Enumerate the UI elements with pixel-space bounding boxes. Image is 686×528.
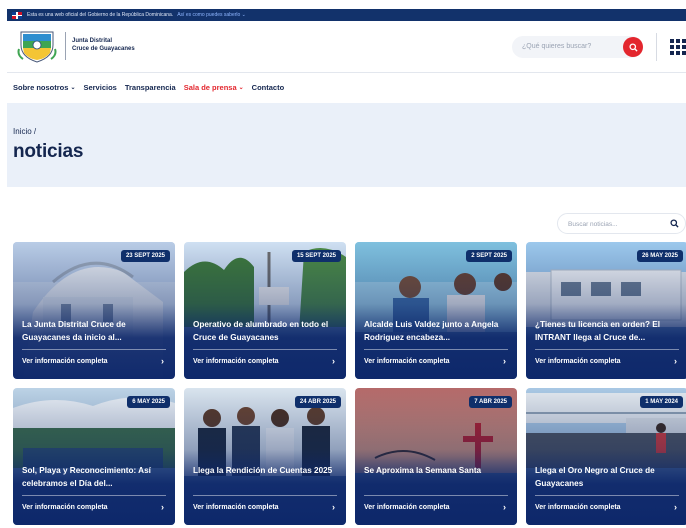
- nav-item-label: Servicios: [83, 83, 117, 92]
- card-divider: [193, 495, 337, 496]
- news-date-badge: 23 SEPT 2025: [120, 250, 170, 262]
- card-divider: [22, 495, 166, 496]
- municipal-seal-icon[interactable]: [17, 29, 57, 63]
- news-date-badge: 15 SEPT 2025: [291, 250, 341, 262]
- site-search-placeholder: ¿Qué quieres buscar?: [522, 43, 592, 50]
- chevron-right-icon[interactable]: ›: [503, 356, 506, 366]
- page-hero: Inicio / noticias: [7, 103, 686, 187]
- news-search-input[interactable]: [568, 218, 663, 230]
- nav-item-contacto[interactable]: Contacto: [252, 83, 285, 92]
- card-divider: [535, 495, 679, 496]
- news-date-badge: 6 MAY 2025: [127, 396, 170, 408]
- news-card[interactable]: 23 SEPT 2025 La Junta Distrital Cruce de…: [13, 242, 175, 379]
- logo-divider: [65, 32, 66, 60]
- search-icon: [628, 42, 638, 52]
- news-card[interactable]: 26 MAY 2025 ¿Tienes tu licencia en orden…: [526, 242, 686, 379]
- gov-banner: Esta es una web oficial del Gobierno de …: [7, 9, 686, 21]
- apps-grid-icon[interactable]: [670, 39, 686, 55]
- nav-item-label: Contacto: [251, 83, 285, 92]
- nav-item-label: Sobre nosotros: [13, 83, 69, 92]
- news-card[interactable]: 2 SEPT 2025 Alcalde Luis Valdez junto a …: [355, 242, 517, 379]
- chevron-down-icon: ⌄: [70, 85, 76, 91]
- news-title[interactable]: Se Aproxima la Semana Santa: [364, 465, 512, 478]
- header-divider: [656, 33, 657, 61]
- news-title[interactable]: La Junta Distrital Cruce de Guayacanes d…: [22, 319, 170, 344]
- chevron-right-icon[interactable]: ›: [674, 356, 677, 366]
- org-name-line2: Cruce de Guayacanes: [72, 46, 135, 52]
- chevron-right-icon[interactable]: ›: [674, 502, 677, 512]
- card-divider: [364, 349, 508, 350]
- chevron-down-icon: ⌄: [238, 85, 244, 91]
- news-more-link[interactable]: Ver información completa: [535, 358, 621, 365]
- news-title[interactable]: Alcalde Luis Valdez junto a Angela Rodri…: [364, 319, 512, 344]
- org-name-line1: Junta Distrital: [72, 38, 113, 44]
- nav-item-sala-de-prensa[interactable]: Sala de prensa ⌄: [184, 83, 244, 92]
- news-more-link[interactable]: Ver información completa: [364, 358, 450, 365]
- news-card[interactable]: 7 ABR 2025 Se Aproxima la Semana Santa V…: [355, 388, 517, 525]
- site-header: Junta Distrital Cruce de Guayacanes ¿Qué…: [7, 21, 686, 73]
- chevron-right-icon[interactable]: ›: [332, 356, 335, 366]
- news-title[interactable]: ¿Tienes tu licencia en orden? El INTRANT…: [535, 319, 683, 344]
- news-date-badge: 26 MAY 2025: [636, 250, 683, 262]
- page-title: noticias: [13, 141, 84, 162]
- news-more-link[interactable]: Ver información completa: [22, 358, 108, 365]
- news-title[interactable]: Llega la Rendición de Cuentas 2025: [193, 465, 341, 478]
- chevron-right-icon[interactable]: ›: [161, 356, 164, 366]
- news-date-badge: 7 ABR 2025: [469, 396, 512, 408]
- news-card[interactable]: 24 ABR 2025 Llega la Rendición de Cuenta…: [184, 388, 346, 525]
- news-more-link[interactable]: Ver información completa: [193, 504, 279, 511]
- card-divider: [22, 349, 166, 350]
- news-search[interactable]: [557, 213, 686, 234]
- main-nav: Sobre nosotros ⌄ Servicios Transparencia…: [13, 83, 292, 92]
- news-date-badge: 2 SEPT 2025: [466, 250, 512, 262]
- dominican-flag-icon: [12, 11, 22, 19]
- news-card[interactable]: 1 MAY 2024 Llega el Oro Negro al Cruce d…: [526, 388, 686, 525]
- news-more-link[interactable]: Ver información completa: [535, 504, 621, 511]
- nav-item-transparencia[interactable]: Transparencia: [125, 83, 176, 92]
- news-date-badge: 1 MAY 2024: [640, 396, 683, 408]
- news-more-link[interactable]: Ver información completa: [193, 358, 279, 365]
- card-divider: [535, 349, 679, 350]
- news-card[interactable]: 6 MAY 2025 Sol, Playa y Reconocimiento: …: [13, 388, 175, 525]
- chevron-right-icon[interactable]: ›: [503, 502, 506, 512]
- org-name[interactable]: Junta Distrital Cruce de Guayacanes: [72, 37, 135, 53]
- news-more-link[interactable]: Ver información completa: [364, 504, 450, 511]
- card-divider: [364, 495, 508, 496]
- nav-item-label: Sala de prensa: [183, 83, 237, 92]
- breadcrumb[interactable]: Inicio /: [13, 127, 36, 136]
- chevron-right-icon[interactable]: ›: [332, 502, 335, 512]
- nav-item-label: Transparencia: [124, 83, 176, 92]
- news-more-link[interactable]: Ver información completa: [22, 504, 108, 511]
- news-date-badge: 24 ABR 2025: [294, 396, 341, 408]
- news-title[interactable]: Sol, Playa y Reconocimiento: Así celebra…: [22, 465, 170, 490]
- search-icon[interactable]: [670, 219, 679, 228]
- news-card[interactable]: 15 SEPT 2025 Operativo de alumbrado en t…: [184, 242, 346, 379]
- nav-item-servicios[interactable]: Servicios: [83, 83, 116, 92]
- news-title[interactable]: Llega el Oro Negro al Cruce de Guayacane…: [535, 465, 683, 490]
- news-title[interactable]: Operativo de alumbrado en todo el Cruce …: [193, 319, 341, 344]
- site-search-button[interactable]: [623, 37, 643, 57]
- nav-item-sobre-nosotros[interactable]: Sobre nosotros ⌄: [13, 83, 75, 92]
- chevron-right-icon[interactable]: ›: [161, 502, 164, 512]
- gov-banner-link[interactable]: Así es como puedes saberlo ⌄: [177, 12, 246, 18]
- gov-banner-text: Esta es una web oficial del Gobierno de …: [27, 12, 174, 18]
- card-divider: [193, 349, 337, 350]
